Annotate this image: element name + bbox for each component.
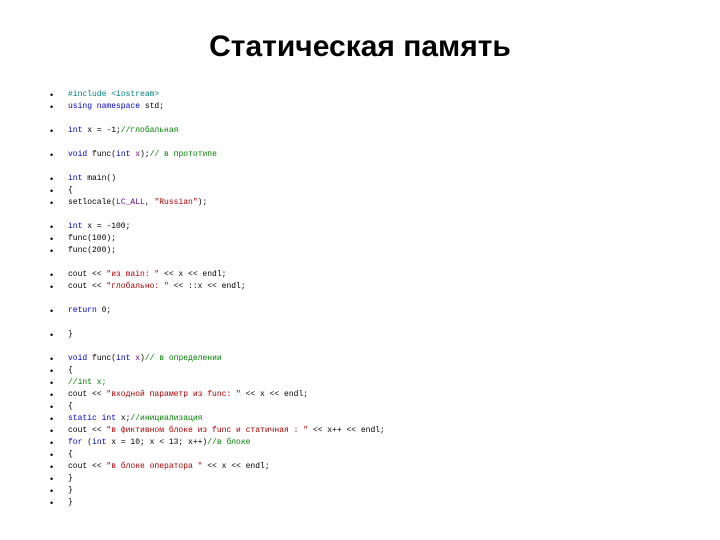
code-line: { bbox=[40, 365, 680, 377]
code-line: { bbox=[40, 185, 680, 197]
code-line: cout << "из main: " << x << endl; bbox=[40, 269, 680, 281]
code-line: } bbox=[40, 473, 680, 485]
code-line: void func(int x);// в прототипе bbox=[40, 149, 680, 161]
code-line: void func(int x)// в определении bbox=[40, 353, 680, 365]
code-line bbox=[40, 257, 680, 269]
code-line: cout << "входной параметр из func: " << … bbox=[40, 389, 680, 401]
code-line: using namespace std; bbox=[40, 101, 680, 113]
code-line: func(100); bbox=[40, 233, 680, 245]
code-line: } bbox=[40, 329, 680, 341]
slide: Статическая память #include <iostream> u… bbox=[0, 0, 720, 529]
code-line bbox=[40, 161, 680, 173]
code-line: { bbox=[40, 449, 680, 461]
code-line: { bbox=[40, 401, 680, 413]
code-line: //int x; bbox=[40, 377, 680, 389]
code-line: int main() bbox=[40, 173, 680, 185]
code-line: #include <iostream> bbox=[40, 89, 680, 101]
code-line: cout << "в блоке оператора " << x << end… bbox=[40, 461, 680, 473]
code-line bbox=[40, 137, 680, 149]
page-title: Статическая память bbox=[40, 30, 680, 64]
code-line: cout << "в фиктивном блоке из func и ста… bbox=[40, 425, 680, 437]
code-listing: #include <iostream> using namespace std;… bbox=[40, 89, 680, 509]
code-line: return 0; bbox=[40, 305, 680, 317]
code-line bbox=[40, 209, 680, 221]
code-line: int x = -1;//глобальная bbox=[40, 125, 680, 137]
code-line bbox=[40, 293, 680, 305]
code-line: static int x;//инициализация bbox=[40, 413, 680, 425]
code-line bbox=[40, 113, 680, 125]
code-line bbox=[40, 341, 680, 353]
code-line: } bbox=[40, 485, 680, 497]
code-line: } bbox=[40, 497, 680, 509]
code-line: func(200); bbox=[40, 245, 680, 257]
code-line: for (int x = 10; x < 13; x++)//в блоке bbox=[40, 437, 680, 449]
code-line: int x = -100; bbox=[40, 221, 680, 233]
code-line bbox=[40, 317, 680, 329]
code-line: cout << "глобально: " << ::x << endl; bbox=[40, 281, 680, 293]
code-line: setlocale(LC_ALL, "Russian"); bbox=[40, 197, 680, 209]
